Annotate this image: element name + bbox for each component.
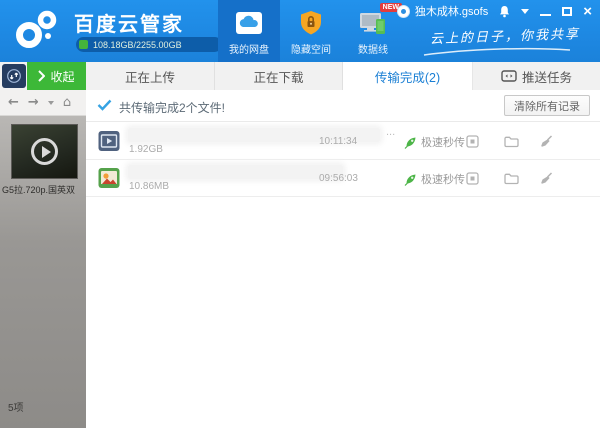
- file-size: 10.86MB: [129, 181, 170, 192]
- image-file-icon: [98, 167, 120, 189]
- minimize-button[interactable]: [540, 13, 552, 16]
- storage-quota: 108.18GB/2255.00GB: [76, 37, 222, 52]
- window-controls-area: 独木成林.gsofs ×: [396, 3, 592, 19]
- forward-icon[interactable]: →: [28, 95, 39, 110]
- history-dropdown-icon[interactable]: [47, 100, 54, 105]
- completed-transfers-panel: 共传输完成2个文件! 清除所有记录 ... 1.92GB 10:11:34 极速…: [86, 90, 600, 428]
- tab-completed[interactable]: 传输完成(2): [343, 62, 473, 90]
- rocket-icon: [404, 174, 416, 186]
- bell-icon[interactable]: [499, 5, 510, 18]
- file-row: 10.86MB 09:56:03 极速秒传: [86, 160, 600, 197]
- clear-records-button[interactable]: 清除所有记录: [504, 95, 590, 116]
- open-folder-icon[interactable]: [504, 135, 519, 148]
- shield-lock-icon: [298, 9, 324, 37]
- tab-label: 正在下载: [253, 70, 304, 85]
- home-icon[interactable]: ⌂: [63, 95, 71, 110]
- tab-push-tasks[interactable]: 推送任务: [473, 62, 600, 90]
- tab-downloading[interactable]: 正在下载: [215, 62, 343, 90]
- check-icon: [97, 99, 112, 111]
- transfer-tabs: 正在上传 正在下载 传输完成(2) 推送任务: [86, 62, 600, 90]
- avatar[interactable]: [396, 4, 410, 18]
- background-file-browser: ← → ⌂ G5拉.720p.国英双 5项: [0, 90, 86, 428]
- rocket-icon: [404, 137, 416, 149]
- baidu-cloud-manager-window: 百度云管家 108.18GB/2255.00GB 我的网盘 隐藏空间 NEW 数…: [0, 0, 600, 428]
- nav-tab-my-netdisk[interactable]: 我的网盘: [218, 0, 280, 62]
- storage-text: 108.18GB/2255.00GB: [93, 39, 182, 50]
- summary-text: 共传输完成2个文件!: [119, 101, 226, 115]
- video-file-icon: [98, 130, 120, 152]
- baidu-cloud-logo: [12, 7, 64, 53]
- open-folder-icon[interactable]: [504, 172, 519, 185]
- back-icon[interactable]: ←: [8, 95, 19, 110]
- slogan-underline: [422, 47, 572, 57]
- chevron-right-icon: [38, 70, 46, 82]
- push-task-icon: [501, 70, 517, 82]
- cloud-drive-icon: [235, 9, 263, 37]
- tab-label: 推送任务: [521, 70, 572, 85]
- items-count: 5项: [8, 403, 24, 414]
- app-title: 百度云管家: [74, 14, 184, 36]
- browser-toolbar: ← → ⌂: [0, 90, 86, 116]
- collapse-button[interactable]: 收起: [27, 62, 86, 90]
- titlebar: 百度云管家 108.18GB/2255.00GB 我的网盘 隐藏空间 NEW 数…: [0, 0, 600, 62]
- username[interactable]: 独木成林.gsofs: [415, 3, 488, 19]
- file-size: 1.92GB: [129, 144, 163, 155]
- file-time: 10:11:34: [319, 136, 358, 147]
- clean-record-icon[interactable]: [539, 135, 553, 148]
- open-file-icon[interactable]: [466, 172, 479, 185]
- badge-label: 极速秒传: [421, 137, 465, 149]
- clean-record-icon[interactable]: [539, 172, 553, 185]
- collapse-label: 收起: [50, 69, 75, 84]
- video-caption: G5拉.720p.国英双: [2, 185, 76, 195]
- chevron-down-icon[interactable]: [521, 8, 530, 14]
- transfer-panel-icon[interactable]: [2, 64, 26, 88]
- tab-uploading[interactable]: 正在上传: [86, 62, 215, 90]
- storage-progress-bar: [79, 40, 88, 49]
- maximize-button[interactable]: [562, 6, 573, 16]
- file-time: 09:56:03: [319, 173, 358, 184]
- nav-tab-label: 隐藏空间: [291, 45, 331, 56]
- speed-transfer-badge: 极速秒传: [404, 171, 465, 187]
- nav-tab-label: 我的网盘: [229, 45, 269, 56]
- speed-transfer-badge: 极速秒传: [404, 134, 465, 150]
- video-thumbnail[interactable]: [11, 124, 78, 179]
- redacted-filename: [128, 165, 343, 179]
- file-row: ... 1.92GB 10:11:34 极速秒传: [86, 123, 600, 160]
- summary-row: 共传输完成2个文件! 清除所有记录: [86, 90, 600, 122]
- tab-label: 传输完成(2): [374, 70, 441, 85]
- nav-tab-hidden-space[interactable]: 隐藏空间: [280, 0, 342, 62]
- close-button[interactable]: ×: [583, 4, 592, 19]
- tab-label: 正在上传: [124, 70, 175, 85]
- filename-ellipsis: ...: [386, 126, 396, 138]
- badge-label: 极速秒传: [421, 174, 465, 186]
- play-icon: [31, 138, 58, 165]
- open-file-icon[interactable]: [466, 135, 479, 148]
